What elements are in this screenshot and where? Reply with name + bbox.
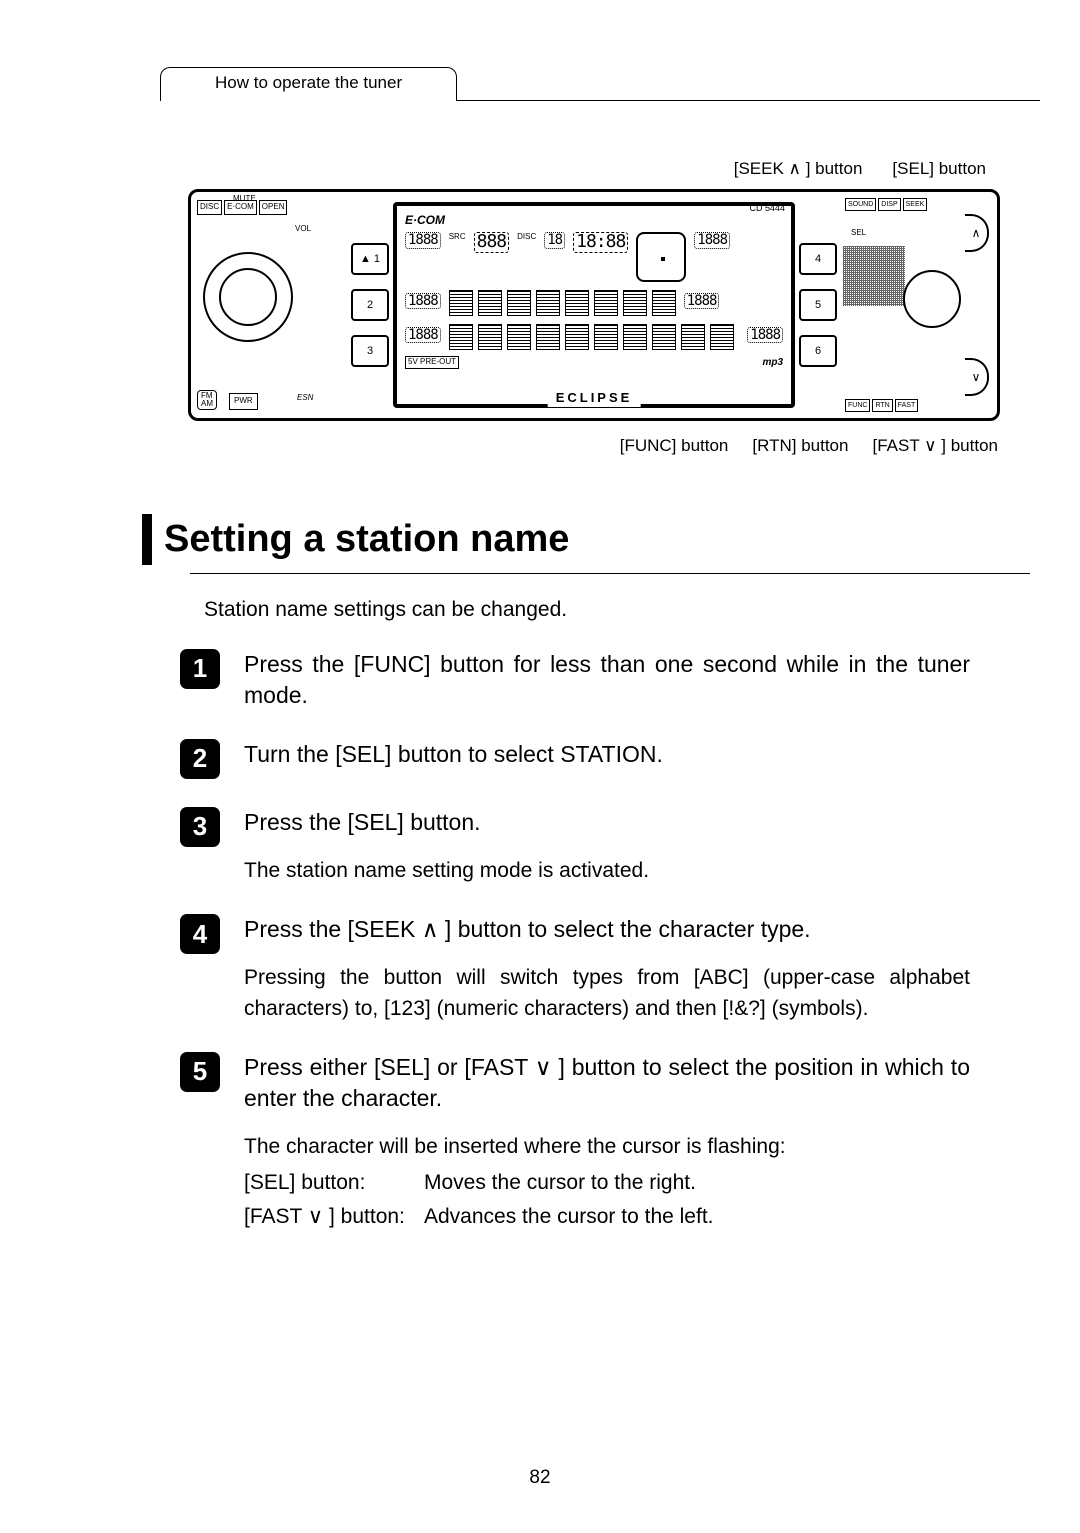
step-1-badge: 1 xyxy=(180,649,220,689)
seg-left-2: 1888 xyxy=(405,293,441,310)
esn-label: ESN xyxy=(297,393,313,404)
eclipse-brand: ECLIPSE xyxy=(548,389,641,407)
step-3-badge: 3 xyxy=(180,807,220,847)
seg-888: 888 xyxy=(474,232,510,253)
seg-right-3: 1888 xyxy=(747,327,783,344)
center-display: CD 5444 E·COM 1888 SRC 888 DISC 18 18:88… xyxy=(393,202,795,408)
preset-1: ▲ 1 xyxy=(351,243,389,275)
sel-knob-label: SEL xyxy=(851,228,866,239)
step-5-row1-v: Moves the cursor to the right. xyxy=(424,1169,970,1197)
volume-knob xyxy=(203,252,293,342)
callout-seek: [SEEK ∧ ] button xyxy=(734,158,863,181)
seg-time: 18:88 xyxy=(573,232,628,253)
pwr-button-label: PWR xyxy=(229,393,258,410)
device-panel: MUTE DISC E·COM OPEN VOL FM AM PWR ESN ▲… xyxy=(188,189,1000,421)
fast-down-arc: ∨ xyxy=(965,358,989,396)
func-tab: FUNC xyxy=(845,399,870,412)
step-5-desc-intro: The character will be inserted where the… xyxy=(244,1132,970,1162)
step-2-badge: 2 xyxy=(180,739,220,779)
seg-left-3: 1888 xyxy=(405,327,441,344)
section-underline xyxy=(190,573,1030,574)
src-label: SRC xyxy=(449,232,466,243)
step-5-row1-k: [SEL] button: xyxy=(244,1169,424,1197)
preout-badge: 5V PRE-OUT xyxy=(405,356,459,369)
mp3-label: mp3 xyxy=(762,356,783,370)
disc-tab: DISC xyxy=(197,200,222,215)
callout-fast: [FAST ∨ ] button xyxy=(872,435,998,458)
ecom-logo: E·COM xyxy=(405,212,783,228)
section-title: Setting a station name xyxy=(142,514,970,565)
fm-am-pill: FM AM xyxy=(197,390,217,410)
seek-up-arc: ∧ xyxy=(965,214,989,252)
disc-mini: DISC xyxy=(517,232,536,243)
compass-icon xyxy=(636,232,686,282)
step-5-title: Press either [SEL] or [FAST ∨ ] button t… xyxy=(244,1052,970,1114)
preset-6: 6 xyxy=(799,335,837,367)
page-number: 82 xyxy=(0,1465,1080,1491)
step-3-title: Press the [SEL] button. xyxy=(244,807,970,838)
step-5-table: [SEL] button: Moves the cursor to the ri… xyxy=(244,1169,970,1232)
seek-tab: SEEK xyxy=(903,198,928,211)
step-4-title: Press the [SEEK ∧ ] button to select the… xyxy=(244,914,970,945)
step-2-title: Turn the [SEL] button to select STATION. xyxy=(244,739,970,770)
step-5-row2-v: Advances the cursor to the left. xyxy=(424,1203,970,1231)
disp-tab: DISP xyxy=(878,198,900,211)
step-4-desc: Pressing the button will switch types fr… xyxy=(244,963,970,1024)
rtn-tab: RTN xyxy=(872,399,892,412)
seg-18: 18 xyxy=(544,232,565,249)
callout-func: [FUNC] button xyxy=(620,435,729,458)
sound-tab: SOUND xyxy=(845,198,876,211)
device-diagram: [SEEK ∧ ] button [SEL] button MUTE DISC … xyxy=(188,158,1000,458)
seg-left-1: 1888 xyxy=(405,232,441,249)
step-1-title: Press the [FUNC] button for less than on… xyxy=(244,649,970,711)
preset-2: 2 xyxy=(351,289,389,321)
eq-blocks xyxy=(449,290,676,316)
preset-4: 4 xyxy=(799,243,837,275)
seg-right-2: 1888 xyxy=(684,293,720,310)
intro-text: Station name settings can be changed. xyxy=(204,596,970,624)
callout-rtn: [RTN] button xyxy=(752,435,848,458)
model-label: CD 5444 xyxy=(749,202,785,214)
seg-right-1: 1888 xyxy=(694,232,730,249)
section-tab: How to operate the tuner xyxy=(160,67,457,101)
ecom-tab: E·COM xyxy=(224,200,257,215)
vol-label: VOL xyxy=(295,224,311,235)
step-5-row2-k: [FAST ∨ ] button: xyxy=(244,1203,424,1231)
preset-5: 5 xyxy=(799,289,837,321)
open-tab: OPEN xyxy=(259,200,288,215)
step-4-badge: 4 xyxy=(180,914,220,954)
preset-3: 3 xyxy=(351,335,389,367)
spectrum-blocks xyxy=(449,324,740,350)
callout-sel: [SEL] button xyxy=(892,158,986,181)
fast-tab: FAST xyxy=(895,399,919,412)
sel-knob xyxy=(903,270,961,328)
step-3-desc: The station name setting mode is activat… xyxy=(244,856,970,886)
dither-fill xyxy=(843,246,905,306)
step-5-badge: 5 xyxy=(180,1052,220,1092)
